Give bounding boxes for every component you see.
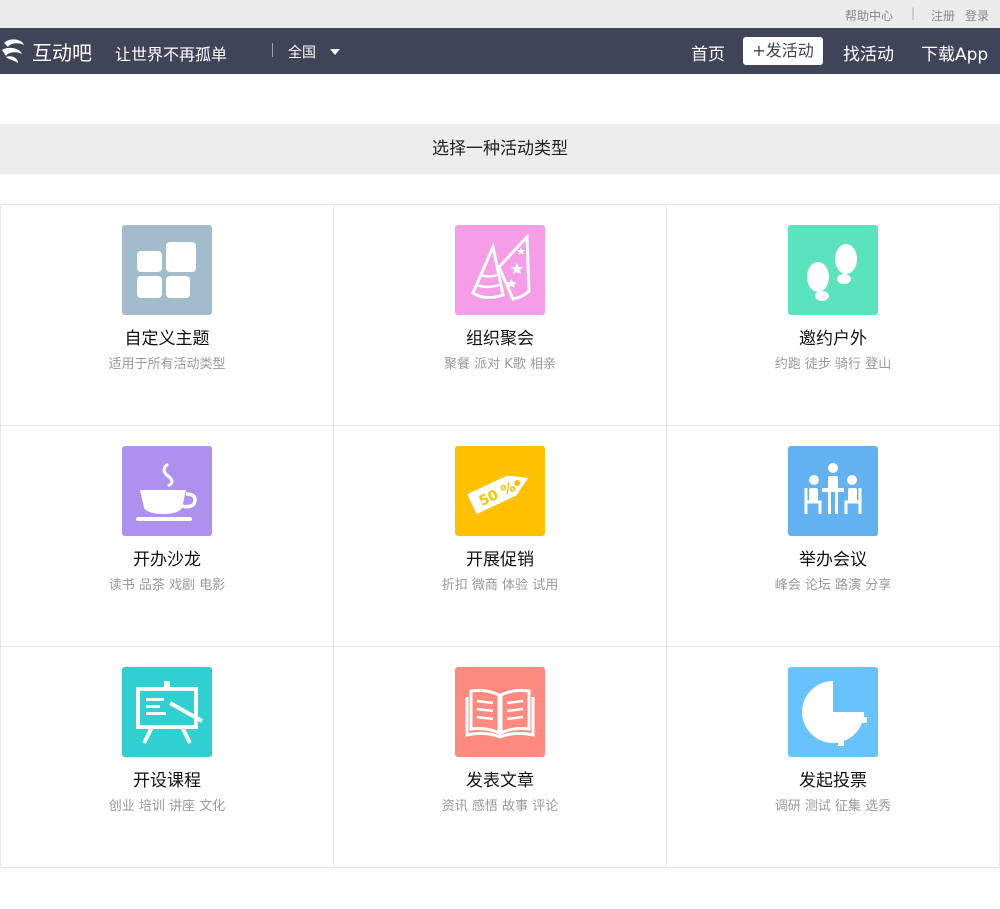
category-title: 组织聚会 xyxy=(466,329,534,349)
section-title: 选择一种活动类型 xyxy=(0,124,1000,174)
help-center-link[interactable]: 帮助中心 xyxy=(845,7,893,24)
chevron-down-icon[interactable] xyxy=(330,49,340,55)
category-card-course[interactable]: 开设课程 创业 培训 讲座 文化 xyxy=(1,647,334,868)
top-utility-bar: 帮助中心 | 注册 登录 xyxy=(0,0,1000,28)
category-card-outdoor[interactable]: 邀约户外 约跑 徒步 骑行 登山 xyxy=(667,205,1000,426)
city-selector[interactable]: 全国 xyxy=(288,42,316,62)
footprints-icon xyxy=(788,225,878,315)
category-title: 举办会议 xyxy=(799,550,867,570)
category-card-article[interactable]: 发表文章 资讯 感悟 故事 评论 xyxy=(334,647,667,868)
pie-chart-icon xyxy=(788,667,878,757)
category-card-salon[interactable]: 开办沙龙 读书 品茶 戏剧 电影 xyxy=(1,426,334,647)
main-navbar: 互动吧 让世界不再孤单 全国 首页 +发活动 找活动 下载App xyxy=(0,28,1000,74)
category-title: 开展促销 xyxy=(466,550,534,570)
grid-icon xyxy=(122,225,212,315)
category-card-custom[interactable]: 自定义主题 适用于所有活动类型 xyxy=(1,205,334,426)
logo-text[interactable]: 互动吧 xyxy=(32,37,92,66)
category-title: 发起投票 xyxy=(799,771,867,791)
register-link[interactable]: 注册 xyxy=(931,7,955,24)
easel-icon xyxy=(122,667,212,757)
category-subtitle: 折扣 微商 体验 试用 xyxy=(441,578,559,593)
category-subtitle: 创业 培训 讲座 文化 xyxy=(108,799,226,814)
category-card-vote[interactable]: 发起投票 调研 测试 征集 选秀 xyxy=(667,647,1000,868)
login-link[interactable]: 登录 xyxy=(965,7,989,24)
category-title: 邀约户外 xyxy=(799,329,867,349)
meeting-icon xyxy=(788,446,878,536)
book-icon xyxy=(455,667,545,757)
category-subtitle: 调研 测试 征集 选秀 xyxy=(774,799,892,814)
party-hat-icon xyxy=(455,225,545,315)
category-subtitle: 读书 品茶 戏剧 电影 xyxy=(108,578,226,593)
category-card-promotion[interactable]: 50 % 开展促销 折扣 微商 体验 试用 xyxy=(334,426,667,647)
post-activity-button[interactable]: +发活动 xyxy=(743,37,823,65)
slogan: 让世界不再孤单 xyxy=(115,45,228,64)
category-card-meeting[interactable]: 举办会议 峰会 论坛 路演 分享 xyxy=(667,426,1000,647)
category-subtitle: 适用于所有活动类型 xyxy=(108,357,226,372)
category-title: 开设课程 xyxy=(133,771,201,791)
category-grid: 自定义主题 适用于所有活动类型 组织聚会 聚餐 派对 K歌 相亲 邀约户外 约跑… xyxy=(0,204,1000,868)
nav-home-link[interactable]: 首页 xyxy=(691,40,725,65)
topbar-separator: | xyxy=(911,6,916,20)
category-title: 自定义主题 xyxy=(124,329,210,349)
category-subtitle: 聚餐 派对 K歌 相亲 xyxy=(444,357,556,372)
nav-find-activity-link[interactable]: 找活动 xyxy=(843,40,894,65)
category-subtitle: 资讯 感悟 故事 评论 xyxy=(441,799,559,814)
category-subtitle: 峰会 论坛 路演 分享 xyxy=(774,578,892,593)
price-tag-icon: 50 % xyxy=(455,446,545,536)
category-title: 发表文章 xyxy=(466,771,534,791)
logo-icon[interactable] xyxy=(0,37,26,65)
coffee-cup-icon xyxy=(122,446,212,536)
category-card-party[interactable]: 组织聚会 聚餐 派对 K歌 相亲 xyxy=(334,205,667,426)
navbar-divider xyxy=(272,43,273,57)
nav-download-app-link[interactable]: 下载App xyxy=(921,40,988,65)
category-title: 开办沙龙 xyxy=(133,550,201,570)
category-subtitle: 约跑 徒步 骑行 登山 xyxy=(774,357,892,372)
